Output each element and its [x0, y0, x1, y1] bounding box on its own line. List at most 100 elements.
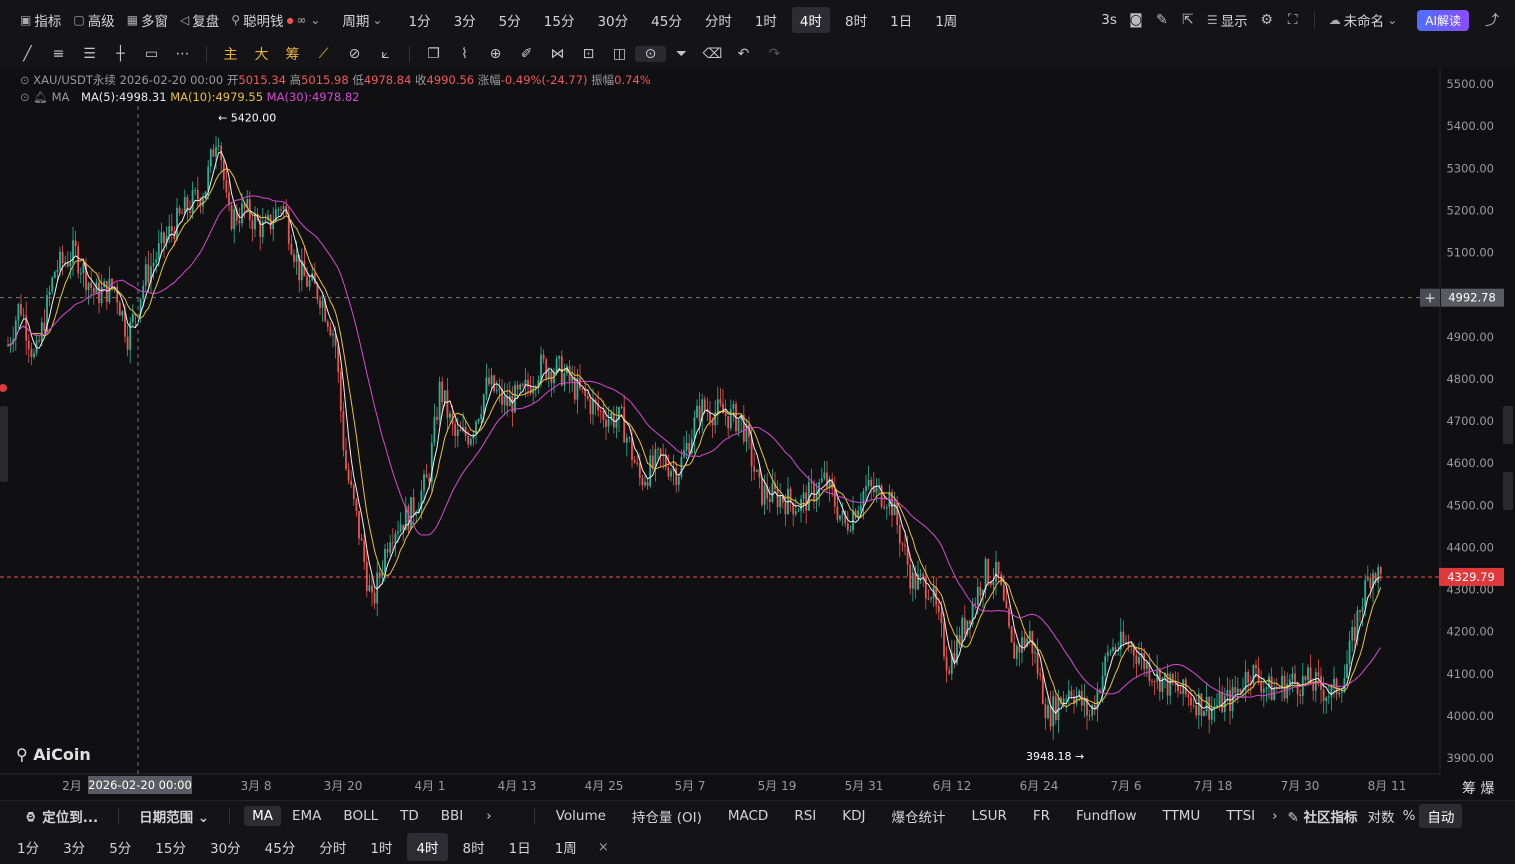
community-indicators-button[interactable]: ✎ 社区指标 — [1282, 806, 1364, 826]
sub-indicator-3[interactable]: RSI — [781, 808, 829, 824]
bottom-period-tab-3[interactable]: 15分 — [146, 833, 195, 861]
dots-tool-icon[interactable]: ⋯ — [167, 46, 198, 62]
lock-icon[interactable]: ⊡ — [573, 46, 604, 62]
main-indicator-0[interactable]: MA — [244, 806, 281, 826]
horizontal-ray-tool-icon[interactable]: ┼ — [105, 46, 136, 62]
date-range-dropdown[interactable]: 日期范围 ⌄ — [127, 806, 221, 826]
indicator-button[interactable]: ▣ 指标 — [14, 10, 67, 30]
chevron-right-icon[interactable]: › — [1268, 808, 1281, 824]
bottom-period-tab-8[interactable]: 4时 — [407, 833, 448, 861]
period-tab-10[interactable]: 1日 — [882, 7, 920, 33]
bottom-period-tab-10[interactable]: 1日 — [500, 833, 540, 861]
advanced-button[interactable]: ▢ 高级 — [67, 10, 120, 30]
fullscreen-icon[interactable]: ⛶ — [1280, 12, 1306, 28]
period-tab-5[interactable]: 45分 — [643, 7, 690, 33]
chevron-right-icon[interactable]: › — [474, 808, 503, 824]
sub-indicator-8[interactable]: Fundflow — [1063, 808, 1150, 824]
candle-body — [1338, 692, 1341, 695]
ruler-icon[interactable]: ⌇ — [449, 46, 480, 62]
horizontal-lines-tool-icon[interactable]: ☰ — [74, 46, 105, 62]
collapse-icon[interactable]: ⊙ — [20, 90, 30, 104]
period-tab-3[interactable]: 15分 — [536, 7, 583, 33]
parallel-line-tool-icon[interactable]: ≡ — [43, 46, 74, 62]
calc-tool-icon[interactable]: ⊘ — [339, 46, 370, 62]
sub-indicator-9[interactable]: TTMU — [1150, 808, 1214, 824]
refresh-interval[interactable]: 3s — [1095, 12, 1123, 28]
candle-body — [394, 533, 397, 543]
redo-icon[interactable]: ↷ — [759, 46, 790, 62]
sub-indicator-7[interactable]: FR — [1020, 808, 1063, 824]
period-tab-6[interactable]: 分时 — [697, 7, 740, 33]
chart-canvas[interactable]: 5500.005400.005300.005200.005100.005000.… — [0, 68, 1515, 800]
settings-icon[interactable]: ⚙ — [1254, 12, 1280, 28]
main-indicator-1[interactable]: EMA — [281, 808, 332, 824]
filter-icon[interactable]: ⏷ — [666, 46, 697, 62]
candle-body — [350, 480, 353, 486]
sub-indicator-10[interactable]: TTSI — [1213, 808, 1268, 824]
bottom-period-tab-4[interactable]: 30分 — [201, 833, 250, 861]
pen-icon[interactable]: ✎ — [1149, 12, 1175, 28]
period-tab-9[interactable]: 8时 — [837, 7, 875, 33]
locate-button[interactable]: ⌚︎ 定位到... — [0, 806, 110, 827]
main-indicator-4[interactable]: BBI — [430, 808, 475, 824]
replay-button[interactable]: ◁ 复盘 — [174, 10, 225, 30]
main-force-icon[interactable]: 主 — [215, 44, 246, 64]
smart-money-button[interactable]: ⚲ 聪明钱 ● ∞ ⌄ — [225, 10, 326, 30]
bottom-period-tab-9[interactable]: 8时 — [454, 833, 494, 861]
multi-window-button[interactable]: ▦ 多窗 — [121, 10, 174, 30]
zoom-in-icon[interactable]: ⊕ — [480, 46, 511, 62]
period-tab-11[interactable]: 1周 — [927, 7, 965, 33]
sub-indicator-4[interactable]: KDJ — [829, 808, 878, 824]
log-scale-toggle[interactable]: 对数 — [1364, 806, 1399, 826]
chips-icon[interactable]: 筹 — [277, 44, 308, 64]
bottom-period-tab-11[interactable]: 1周 — [546, 833, 586, 861]
period-tab-0[interactable]: 1分 — [400, 7, 438, 33]
trash-icon[interactable]: ⌫ — [697, 46, 728, 62]
rectangle-tool-icon[interactable]: ▭ — [136, 46, 167, 62]
bottom-period-tab-6[interactable]: 分时 — [310, 833, 355, 861]
undo-icon[interactable]: ↶ — [728, 46, 759, 62]
collapse-icon[interactable]: ⊙ — [20, 73, 30, 87]
bottom-period-tab-1[interactable]: 3分 — [54, 833, 94, 861]
layout-name-dropdown[interactable]: ☁ 未命名 ⌄ — [1323, 10, 1404, 30]
sub-indicator-0[interactable]: Volume — [543, 808, 619, 824]
trendline-tool-icon[interactable]: ╱ — [12, 46, 43, 62]
ai-interpret-button[interactable]: AI解读 — [1417, 9, 1469, 31]
link-icon[interactable]: ⊙ — [635, 46, 666, 62]
copy-icon[interactable]: ❐ — [418, 46, 449, 62]
period-tab-1[interactable]: 3分 — [446, 7, 484, 33]
period-dropdown[interactable]: 周期 ⌄ — [336, 10, 388, 30]
bottom-period-tab-7[interactable]: 1时 — [361, 833, 401, 861]
share-icon[interactable]: ⤴ — [1479, 10, 1505, 30]
export-icon[interactable]: ⇱ — [1175, 12, 1201, 28]
bottom-period-tab-2[interactable]: 5分 — [100, 833, 140, 861]
period-tab-7[interactable]: 1时 — [747, 7, 785, 33]
main-indicator-2[interactable]: BOLL — [332, 808, 389, 824]
candle-body — [308, 279, 311, 287]
y-tick-label: 4600.00 — [1446, 456, 1494, 470]
price-chart[interactable]: 5500.005400.005300.005200.005100.005000.… — [0, 68, 1515, 800]
bottom-period-tab-0[interactable]: 1分 — [8, 833, 48, 861]
camera-icon[interactable]: ◙ — [1123, 12, 1149, 28]
signal-tool-icon[interactable]: ⟋ — [308, 46, 339, 62]
eraser-icon[interactable]: ✐ — [511, 46, 542, 62]
period-tab-2[interactable]: 5分 — [491, 7, 529, 33]
hide-icon[interactable]: ◫ — [604, 46, 635, 62]
percent-toggle[interactable]: % — [1399, 808, 1420, 824]
display-button[interactable]: ☰ 显示 — [1201, 10, 1254, 30]
main-indicator-3[interactable]: TD — [389, 808, 430, 824]
bottom-period-tab-5[interactable]: 45分 — [256, 833, 305, 861]
sub-indicator-5[interactable]: 爆仓统计 — [879, 806, 959, 826]
close-icon[interactable]: × — [598, 840, 609, 855]
bell-icon[interactable]: 🔔︎ — [33, 90, 48, 104]
big-order-icon[interactable]: 大 — [246, 44, 277, 64]
chips-toggle[interactable]: 筹 爆 — [1462, 778, 1494, 798]
brush-tool-icon[interactable]: ⟀ — [370, 46, 401, 62]
auto-scale-toggle[interactable]: 自动 — [1419, 804, 1463, 828]
period-tab-8[interactable]: 4时 — [791, 7, 831, 33]
sub-indicator-1[interactable]: 持仓量 (OI) — [619, 806, 715, 826]
magnet-icon[interactable]: ⋈ — [542, 46, 573, 62]
period-tab-4[interactable]: 30分 — [589, 7, 636, 33]
sub-indicator-6[interactable]: LSUR — [959, 808, 1020, 824]
sub-indicator-2[interactable]: MACD — [715, 808, 781, 824]
